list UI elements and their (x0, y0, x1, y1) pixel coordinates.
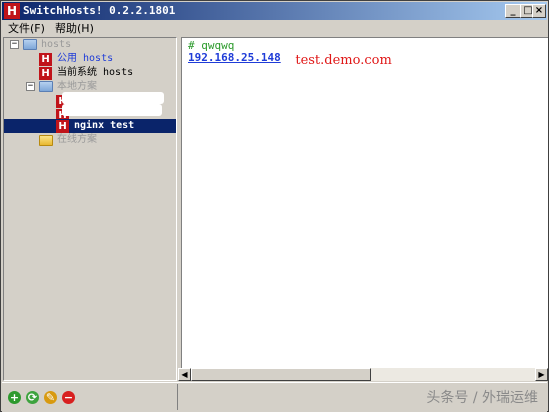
menu-help[interactable]: 帮助(H) (55, 21, 94, 36)
watermark-text: 头条号 / 外瑞运维 (426, 390, 538, 406)
host-name: test.demo.com (295, 53, 392, 68)
scroll-right-button[interactable]: ▶ (535, 368, 548, 381)
hosts-file-icon: H (39, 53, 52, 66)
editor-host-line[interactable]: 192.168.25.148 test.demo.com (188, 51, 392, 69)
status-divider (177, 384, 178, 410)
title-bar[interactable]: H SwitchHosts! 0.2.2.1801 _ □ × (2, 2, 547, 20)
scroll-thumb[interactable] (191, 368, 371, 381)
collapse-local-expander[interactable]: − (26, 82, 35, 91)
tree-item-nginx-test[interactable]: nginx test (74, 119, 134, 133)
online-folder-icon (39, 135, 53, 146)
app-window: H SwitchHosts! 0.2.2.1801 _ □ × 文件(F) 帮助… (0, 0, 549, 412)
tree-root-hosts[interactable]: hosts (41, 38, 71, 52)
tree-item-current-system-hosts[interactable]: 当前系统 hosts (57, 66, 133, 80)
hosts-editor[interactable]: # qwqwq 192.168.25.148 test.demo.com (181, 37, 548, 381)
scroll-left-button[interactable]: ◀ (178, 368, 191, 381)
hosts-tree-panel: − hosts H 公用 hosts H 当前系统 hosts − 本地方案 H… (3, 37, 177, 381)
delete-button[interactable]: − (62, 391, 75, 404)
folder-icon (39, 81, 53, 92)
collapse-root-expander[interactable]: − (10, 40, 19, 49)
menu-file[interactable]: 文件(F) (8, 21, 45, 36)
redacted-item-label[interactable] (62, 104, 162, 116)
refresh-button[interactable]: ⟳ (26, 391, 39, 404)
edit-button[interactable]: ✎ (44, 391, 57, 404)
minimize-button[interactable]: _ (505, 4, 521, 18)
close-button[interactable]: × (532, 4, 546, 18)
host-ip: 192.168.25.148 (188, 51, 281, 64)
folder-icon (23, 39, 37, 50)
hosts-file-icon: H (39, 67, 52, 80)
redacted-item-label[interactable] (62, 92, 164, 104)
hosts-file-icon: H (56, 120, 69, 133)
menu-bar: 文件(F) 帮助(H) (2, 20, 547, 37)
tree-item-public-hosts[interactable]: 公用 hosts (57, 52, 113, 66)
horizontal-scrollbar[interactable]: ◀ ▶ (178, 368, 548, 381)
window-title: SwitchHosts! 0.2.2.1801 (23, 4, 176, 17)
tree-online-schemes[interactable]: 在线方案 (57, 133, 97, 147)
app-logo-icon: H (4, 3, 20, 19)
add-button[interactable]: + (8, 391, 21, 404)
